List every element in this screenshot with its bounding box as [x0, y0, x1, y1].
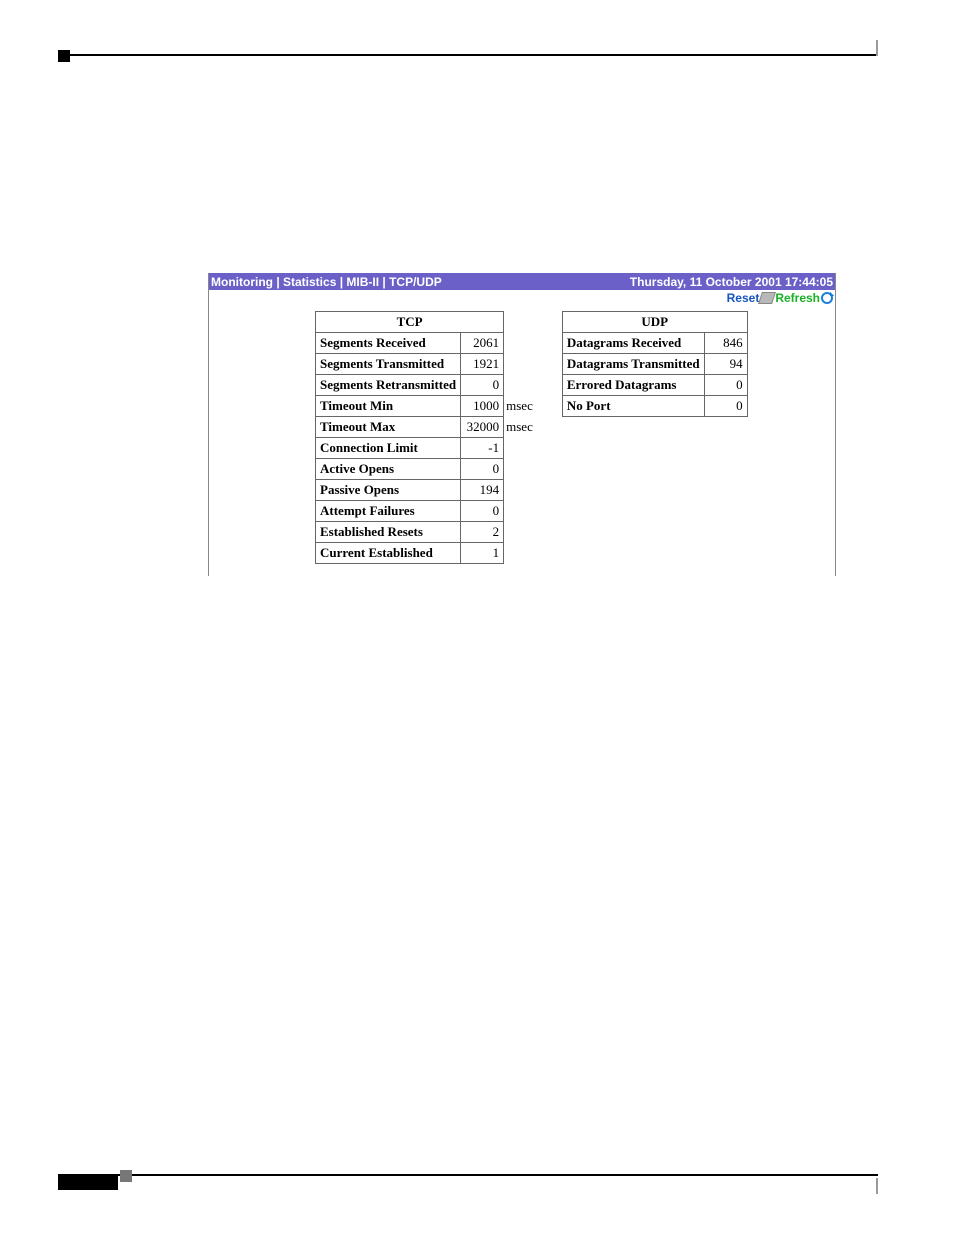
- table-row: Established Resets2: [316, 522, 538, 543]
- table-row: No Port0: [562, 396, 747, 417]
- stat-label: No Port: [562, 396, 704, 417]
- stat-value: 1000: [461, 396, 504, 417]
- stat-unit: [504, 438, 538, 459]
- table-row: Current Established1: [316, 543, 538, 564]
- stat-unit: [504, 354, 538, 375]
- page-bottom-rule: [58, 1174, 878, 1176]
- refresh-icon: [821, 292, 833, 304]
- eraser-icon: [758, 292, 776, 304]
- stat-unit: msec: [504, 396, 538, 417]
- stat-value: 2: [461, 522, 504, 543]
- stat-label: Attempt Failures: [316, 501, 461, 522]
- stat-value: 32000: [461, 417, 504, 438]
- stat-value: 0: [461, 375, 504, 396]
- table-row: Segments Transmitted1921: [316, 354, 538, 375]
- table-row: Datagrams Transmitted94: [562, 354, 747, 375]
- table-row: Attempt Failures0: [316, 501, 538, 522]
- stat-unit: [504, 333, 538, 354]
- reset-link[interactable]: Reset: [727, 291, 760, 305]
- page-top-rule: [58, 54, 878, 56]
- stat-unit: [504, 480, 538, 501]
- table-row: Datagrams Received846: [562, 333, 747, 354]
- stat-value: 0: [461, 459, 504, 480]
- stat-label: Errored Datagrams: [562, 375, 704, 396]
- stat-label: Timeout Min: [316, 396, 461, 417]
- panel-header: Monitoring | Statistics | MIB-II | TCP/U…: [209, 273, 835, 290]
- table-row: Connection Limit-1: [316, 438, 538, 459]
- table-row: Errored Datagrams0: [562, 375, 747, 396]
- stat-label: Active Opens: [316, 459, 461, 480]
- stat-unit: [504, 543, 538, 564]
- table-row: Passive Opens194: [316, 480, 538, 501]
- stat-value: 2061: [461, 333, 504, 354]
- udp-title: UDP: [562, 312, 747, 333]
- table-row: Active Opens0: [316, 459, 538, 480]
- stat-value: 1921: [461, 354, 504, 375]
- stat-label: Datagrams Transmitted: [562, 354, 704, 375]
- stat-value: 194: [461, 480, 504, 501]
- stat-value: 0: [704, 375, 747, 396]
- breadcrumb: Monitoring | Statistics | MIB-II | TCP/U…: [211, 275, 442, 289]
- panel-timestamp: Thursday, 11 October 2001 17:44:05: [630, 275, 833, 289]
- refresh-link[interactable]: Refresh: [775, 291, 820, 305]
- page-edge-tick: [876, 40, 878, 56]
- stat-label: Passive Opens: [316, 480, 461, 501]
- stat-value: 0: [704, 396, 747, 417]
- table-row: Timeout Min1000msec: [316, 396, 538, 417]
- stat-label: Segments Retransmitted: [316, 375, 461, 396]
- stat-value: 1: [461, 543, 504, 564]
- stat-label: Timeout Max: [316, 417, 461, 438]
- stat-unit: msec: [504, 417, 538, 438]
- panel-actions: Reset Refresh: [209, 290, 835, 309]
- stat-label: Established Resets: [316, 522, 461, 543]
- stat-value: 0: [461, 501, 504, 522]
- udp-table: UDP Datagrams Received846Datagrams Trans…: [562, 311, 748, 417]
- stat-label: Current Established: [316, 543, 461, 564]
- stat-label: Connection Limit: [316, 438, 461, 459]
- tcp-section: TCP Segments Received2061Segments Transm…: [315, 311, 538, 564]
- page-footer-marker: [120, 1170, 132, 1182]
- stat-value: -1: [461, 438, 504, 459]
- page-footer-block: [58, 1176, 118, 1190]
- stat-unit: [504, 459, 538, 480]
- stat-label: Segments Received: [316, 333, 461, 354]
- stat-label: Segments Transmitted: [316, 354, 461, 375]
- page-edge-tick: [876, 1178, 878, 1194]
- udp-section: UDP Datagrams Received846Datagrams Trans…: [562, 311, 748, 417]
- stat-unit: [504, 501, 538, 522]
- page-corner-marker: [58, 50, 70, 62]
- tcp-table: TCP Segments Received2061Segments Transm…: [315, 311, 538, 564]
- table-row: Timeout Max32000msec: [316, 417, 538, 438]
- stat-unit: [504, 522, 538, 543]
- stat-value: 846: [704, 333, 747, 354]
- table-row: Segments Received2061: [316, 333, 538, 354]
- table-row: Segments Retransmitted0: [316, 375, 538, 396]
- tcp-title: TCP: [316, 312, 504, 333]
- stat-value: 94: [704, 354, 747, 375]
- stat-unit: [504, 375, 538, 396]
- stat-label: Datagrams Received: [562, 333, 704, 354]
- stats-panel: Monitoring | Statistics | MIB-II | TCP/U…: [208, 273, 836, 576]
